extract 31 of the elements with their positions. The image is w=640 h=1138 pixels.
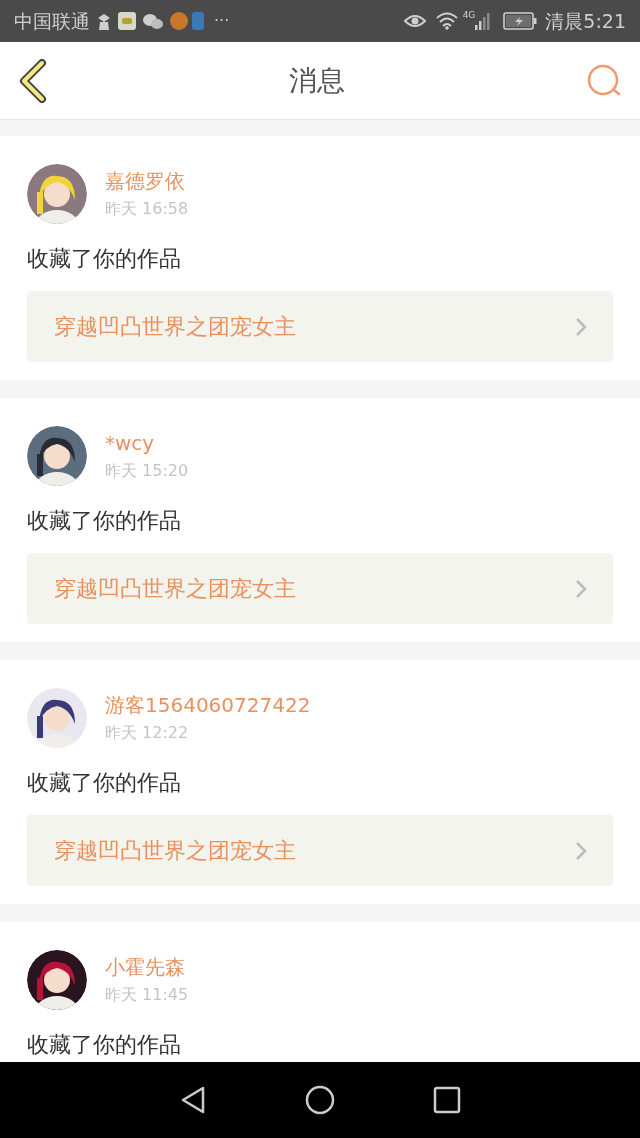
wifi-icon bbox=[434, 12, 459, 30]
message-time: 昨天 11:45 bbox=[105, 984, 189, 1006]
message-text: 收藏了你的作品 bbox=[27, 769, 182, 797]
battery-icon bbox=[503, 12, 538, 30]
back-nav-icon[interactable] bbox=[179, 1085, 207, 1115]
back-button[interactable] bbox=[18, 58, 48, 103]
user-name[interactable]: 嘉德罗依 bbox=[105, 168, 189, 194]
recent-apps-icon[interactable] bbox=[433, 1086, 461, 1114]
message-time: 昨天 15:20 bbox=[105, 460, 189, 482]
home-nav-icon[interactable] bbox=[305, 1085, 335, 1115]
work-link[interactable]: 穿越凹凸世界之团宠女主 bbox=[27, 291, 613, 362]
signal-icon bbox=[475, 11, 492, 31]
user-name[interactable]: 小霍先森 bbox=[105, 954, 189, 980]
user-name[interactable]: 游客1564060727422 bbox=[105, 692, 311, 718]
eye-icon bbox=[402, 13, 427, 29]
chevron-right-icon bbox=[575, 316, 587, 337]
work-link[interactable]: 穿越凹凸世界之团宠女主 bbox=[27, 553, 613, 624]
page-title: 消息 bbox=[289, 62, 345, 99]
more-notifications: ··· bbox=[214, 10, 230, 32]
message-text: 收藏了你的作品 bbox=[27, 507, 182, 535]
user-name[interactable]: *wcy bbox=[105, 430, 189, 456]
message-time: 昨天 12:22 bbox=[105, 722, 190, 744]
chevron-right-icon bbox=[575, 840, 587, 861]
message-text: 收藏了你的作品 bbox=[27, 1031, 182, 1059]
message-text: 收藏了你的作品 bbox=[27, 245, 182, 273]
network-type: 4G bbox=[462, 9, 476, 22]
status-time: 清晨5:21 bbox=[545, 8, 626, 34]
chevron-right-icon bbox=[575, 578, 587, 599]
message-time: 昨天 16:58 bbox=[105, 198, 189, 220]
carrier-name: 中国联通 bbox=[14, 8, 90, 34]
work-link[interactable]: 穿越凹凸世界之团宠女主 bbox=[27, 815, 613, 886]
